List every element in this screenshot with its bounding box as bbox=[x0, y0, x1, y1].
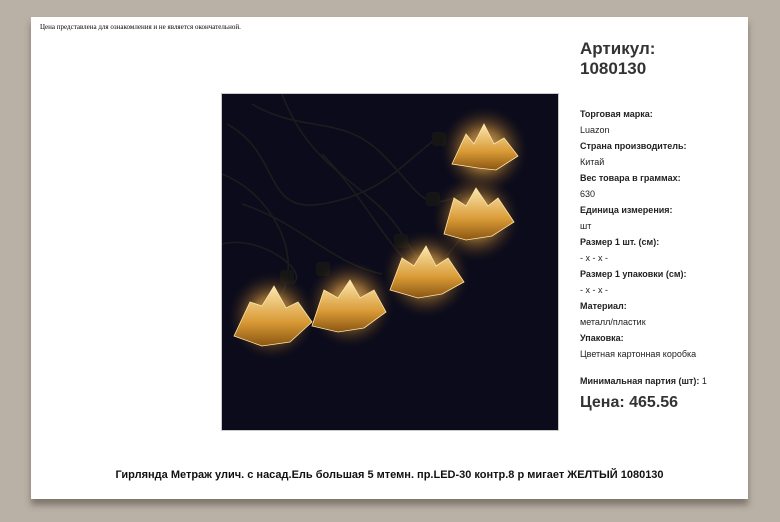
article-number: 1080130 bbox=[580, 59, 647, 78]
item-size-label: Размер 1 шт. (см): bbox=[580, 237, 660, 247]
unit-value: шт bbox=[580, 221, 592, 231]
packaging-value: Цветная картонная коробка bbox=[580, 349, 697, 359]
min-batch-value: 1 bbox=[701, 376, 707, 386]
article-label: Артикул: bbox=[580, 39, 656, 58]
material-value: металл/пластик bbox=[580, 317, 646, 327]
price-disclaimer: Цена представлена для ознакомления и не … bbox=[40, 23, 241, 31]
min-batch: Минимальная партия (шт): 1 bbox=[580, 376, 745, 386]
unit-label: Единица измерения: bbox=[580, 205, 673, 215]
weight-label: Вес товара в граммах: bbox=[580, 173, 681, 183]
country-label: Страна производитель: bbox=[580, 141, 687, 151]
spec-list: Торговая марка: Luazon Страна производит… bbox=[580, 106, 745, 362]
package-size-label: Размер 1 упаковки (см): bbox=[580, 269, 687, 279]
packaging-label: Упаковка: bbox=[580, 333, 624, 343]
brand-value: Luazon bbox=[580, 125, 610, 135]
product-title: Гирлянда Метраж улич. с насад.Ель больша… bbox=[115, 469, 664, 481]
price: Цена: 465.56 bbox=[580, 394, 679, 411]
country-value: Китай bbox=[580, 157, 605, 167]
product-sheet: Цена представлена для ознакомления и не … bbox=[31, 17, 748, 499]
material-label: Материал: bbox=[580, 301, 627, 311]
brand-label: Торговая марка: bbox=[580, 109, 653, 119]
package-size-value: - х - х - bbox=[580, 285, 608, 295]
weight-value: 630 bbox=[580, 189, 596, 199]
min-batch-label: Минимальная партия (шт): bbox=[580, 376, 700, 386]
product-info: Артикул: 1080130 Торговая марка: Luazon … bbox=[580, 39, 745, 412]
item-size-value: - х - х - bbox=[580, 253, 608, 263]
product-photo bbox=[221, 93, 559, 431]
